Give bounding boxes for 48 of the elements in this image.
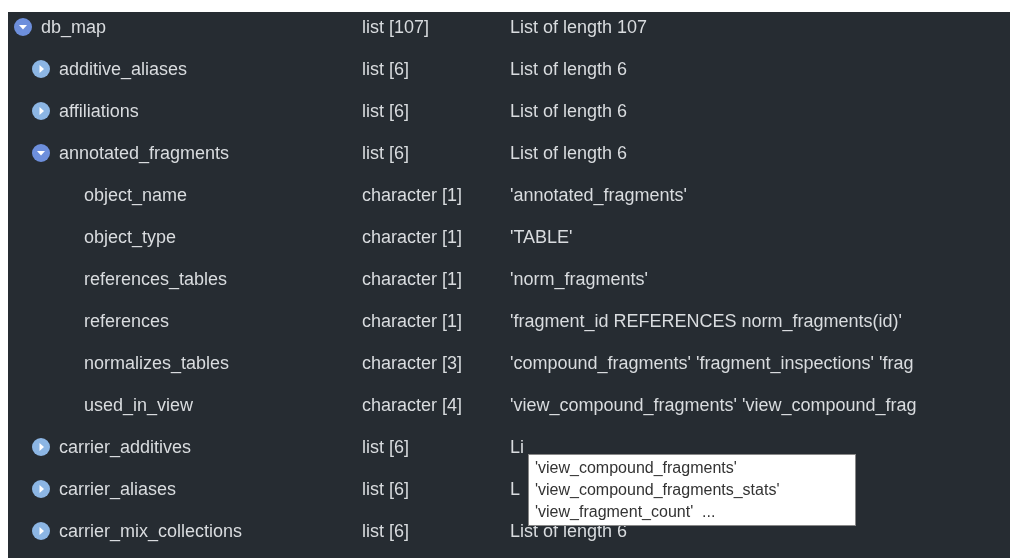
variable-type: list [6] [362, 519, 410, 543]
variable-name: normalizes_tables [84, 351, 230, 376]
variable-name: additive_aliases [59, 57, 188, 82]
variable-value: 'norm_fragments' [510, 267, 648, 292]
variable-type: character [4] [362, 393, 464, 417]
variable-type: character [1] [362, 267, 464, 291]
variable-value: List of length 6 [510, 141, 628, 165]
variable-name: carrier_aliases [59, 477, 177, 502]
variable-value: 'annotated_fragments' [510, 183, 687, 208]
variable-type: list [6] [362, 141, 410, 165]
variable-value: L [510, 477, 520, 501]
expand-icon[interactable] [32, 102, 50, 120]
variable-value: 'fragment_id REFERENCES norm_fragments(id)' [510, 309, 902, 334]
variable-type: character [3] [362, 351, 464, 375]
variable-type: list [6] [362, 99, 410, 123]
expand-icon[interactable] [32, 60, 50, 78]
variable-name: references_tables [84, 267, 228, 292]
tooltip-line: 'view_compound_fragments' [535, 458, 738, 478]
variable-type: character [1] [362, 225, 464, 249]
variable-value: List of length 107 [510, 15, 648, 39]
variable-type: list [6] [362, 57, 410, 81]
variable-name: object_name [84, 183, 188, 208]
variable-type: list [107] [362, 15, 431, 39]
variable-type: list [6] [362, 477, 410, 501]
expand-icon[interactable] [32, 480, 50, 498]
variable-type: character [1] [362, 183, 464, 207]
variable-name: object_type [84, 225, 177, 250]
expand-icon[interactable] [32, 522, 50, 540]
variable-value: List of length 6 [510, 99, 628, 123]
variable-name: references [84, 309, 170, 333]
variable-name: carrier_mix_collections [59, 519, 243, 544]
variable-value: 'TABLE' [510, 225, 573, 249]
variable-value: List of length 6 [510, 57, 628, 81]
variable-name: annotated_fragments [59, 141, 230, 166]
variable-name: db_map [41, 15, 107, 40]
variable-name: affiliations [59, 99, 139, 123]
tooltip-line: 'view_compound_fragments_stats' [535, 480, 781, 500]
variable-type: character [1] [362, 309, 464, 333]
collapse-icon[interactable] [32, 144, 50, 162]
variable-name: carrier_additives [59, 435, 192, 460]
collapse-icon[interactable] [14, 18, 32, 36]
variable-value: 'compound_fragments' 'fragment_inspections' 'frag [510, 351, 914, 376]
variable-type: list [6] [362, 435, 410, 459]
tooltip-line: 'view_fragment_count' ... [535, 502, 717, 522]
variable-value: 'view_compound_fragments' 'view_compound_frag [510, 393, 917, 418]
variable-value: Li [510, 435, 524, 459]
variable-name: used_in_view [84, 393, 194, 418]
expand-icon[interactable] [32, 438, 50, 456]
